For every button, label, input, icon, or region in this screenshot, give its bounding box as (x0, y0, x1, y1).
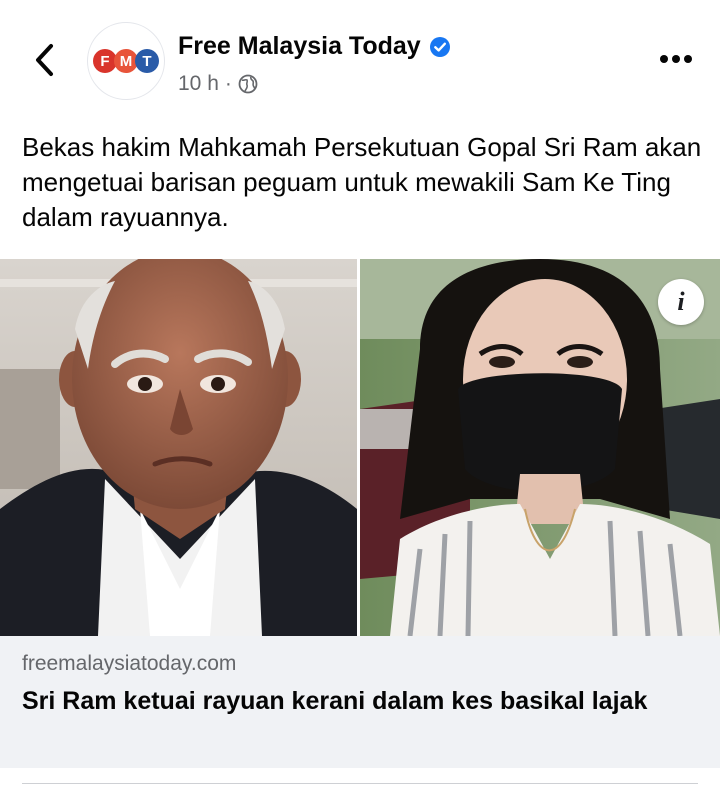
info-icon: i (677, 287, 685, 316)
globe-icon (238, 74, 258, 94)
post-caption: Bekas hakim Mahkamah Persekutuan Gopal S… (22, 132, 702, 232)
chevron-left-icon (36, 44, 53, 76)
photo-gopal-sri-ram (0, 259, 357, 636)
divider (22, 783, 698, 784)
timestamp[interactable]: 10 h (178, 72, 219, 96)
post-meta: 10 h · (178, 72, 258, 96)
verified-badge-icon (429, 36, 451, 58)
photo-sam-ke-ting: i (360, 259, 720, 636)
page-name[interactable]: Free Malaysia Today (178, 32, 421, 61)
page-name-row: Free Malaysia Today (178, 32, 451, 61)
post-header: F M T Free Malaysia Today 10 h · (0, 0, 720, 110)
logo-letter-t: T (135, 49, 159, 73)
ellipsis-icon (660, 55, 692, 63)
page-avatar[interactable]: F M T (87, 22, 165, 100)
more-options-button[interactable] (652, 44, 700, 74)
link-preview-card[interactable]: freemalaysiatoday.com Sri Ram ketuai ray… (0, 636, 720, 768)
info-button[interactable]: i (658, 279, 704, 325)
meta-separator: · (224, 72, 232, 95)
post-image[interactable]: i (0, 259, 720, 636)
back-button[interactable] (22, 38, 66, 82)
fmt-logo: F M T (93, 49, 159, 73)
link-domain: freemalaysiatoday.com (22, 652, 237, 675)
link-headline: Sri Ram ketuai rayuan kerani dalam kes b… (22, 687, 648, 715)
